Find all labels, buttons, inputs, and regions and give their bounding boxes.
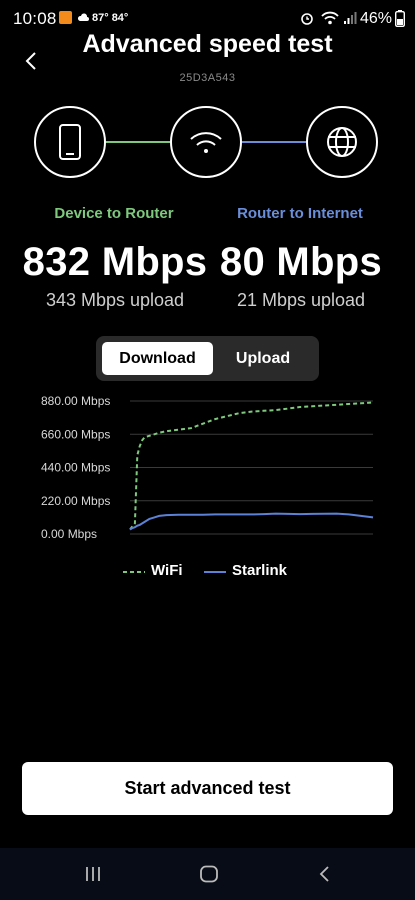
router-to-internet-label: Router to Internet: [237, 205, 363, 222]
y-tick-label: 660.00 Mbps: [41, 427, 110, 441]
legend-starlink-swatch: [204, 571, 226, 573]
battery-percentage: 46%: [360, 10, 393, 27]
back-nav-icon[interactable]: [317, 865, 333, 883]
app-notification-icon: [59, 11, 72, 24]
page-title: Advanced speed test: [82, 30, 333, 58]
device-router-link: [106, 141, 170, 143]
chart-legend: WiFi Starlink: [0, 562, 415, 582]
legend-wifi-label: WiFi: [151, 562, 183, 579]
system-nav-bar: [0, 848, 415, 900]
y-tick-label: 220.00 Mbps: [41, 494, 110, 508]
speed-test-screen: 10:08 87° 84° 46% Advanced speed test 25…: [0, 0, 415, 900]
legend-starlink-label: Starlink: [232, 562, 288, 579]
speed-chart: 880.00 Mbps 660.00 Mbps 440.00 Mbps 220.00 …: [41, 394, 374, 541]
y-tick-label: 880.00 Mbps: [41, 394, 110, 408]
phone-icon: [59, 124, 81, 160]
battery-icon: [395, 10, 405, 27]
start-advanced-test-button[interactable]: Start advanced test: [22, 762, 393, 815]
router-serial: 25D3A543: [179, 72, 236, 84]
legend-wifi-swatch: [123, 571, 145, 573]
device-upload-speed: 343 Mbps upload: [45, 290, 185, 310]
device-download-speed: 832 Mbps: [22, 240, 208, 284]
internet-node: [306, 106, 378, 178]
status-temperature: 87° 84°: [92, 12, 129, 24]
wifi-status-icon: [321, 11, 339, 25]
y-tick-label: 440.00 Mbps: [41, 461, 110, 475]
device-to-router-label: Device to Router: [54, 205, 174, 222]
download-tab[interactable]: Download: [102, 342, 213, 375]
internet-upload-speed: 21 Mbps upload: [236, 290, 366, 310]
signal-icon: [344, 12, 357, 24]
internet-download-speed: 80 Mbps: [219, 240, 383, 284]
recent-apps-icon[interactable]: [84, 865, 102, 883]
weather-cloud-icon: [77, 13, 89, 21]
status-time: 10:08: [13, 9, 57, 28]
globe-icon: [327, 127, 357, 157]
alarm-icon: [301, 13, 313, 25]
router-node: [170, 106, 242, 178]
series-line-starlink: [129, 512, 374, 531]
download-upload-toggle: Download Upload: [96, 336, 319, 381]
y-tick-label: 0.00 Mbps: [41, 527, 97, 541]
upload-tab[interactable]: Upload: [213, 342, 313, 375]
device-node: [34, 106, 106, 178]
home-icon[interactable]: [199, 865, 219, 883]
wifi-icon: [190, 132, 222, 153]
series-line-wifi: [129, 401, 374, 531]
router-internet-link: [242, 141, 306, 143]
